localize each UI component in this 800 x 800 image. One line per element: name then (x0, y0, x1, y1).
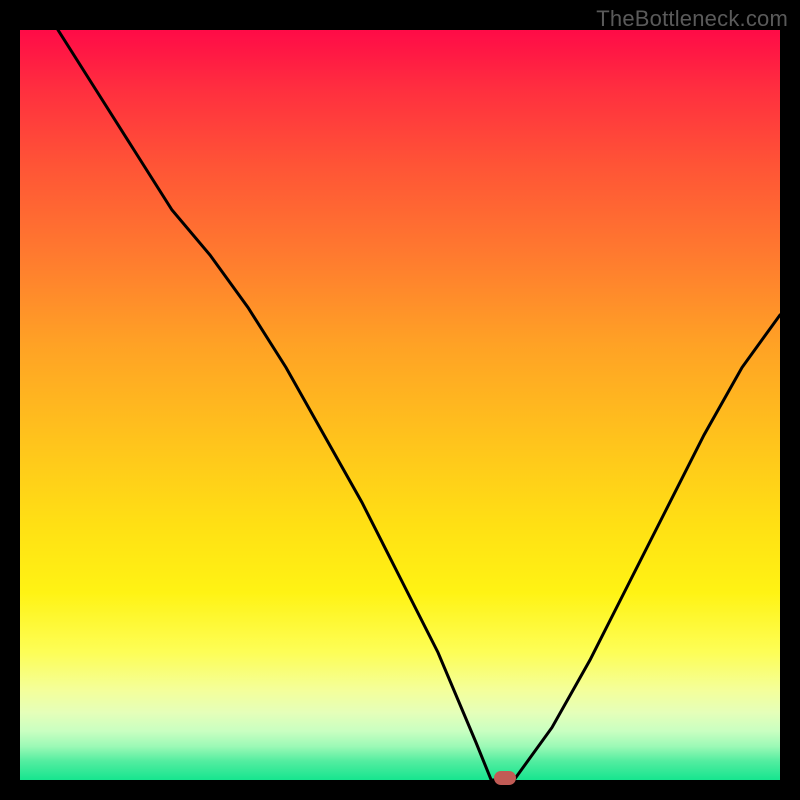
plot-area (20, 30, 780, 780)
chart-frame: TheBottleneck.com (0, 0, 800, 800)
bottleneck-curve (20, 30, 780, 780)
watermark-text: TheBottleneck.com (596, 6, 788, 32)
curve-path (58, 30, 780, 780)
optimal-marker (494, 771, 516, 785)
